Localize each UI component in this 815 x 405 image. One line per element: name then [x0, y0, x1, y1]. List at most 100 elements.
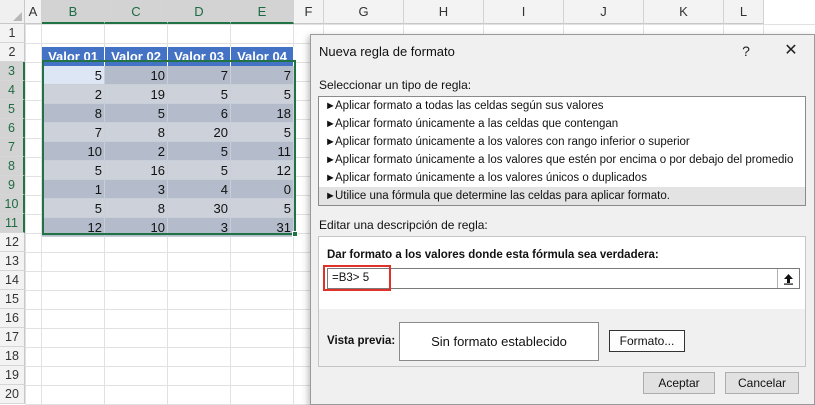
bullet-arrow-icon: ► [325, 100, 336, 112]
cancel-button[interactable]: Cancelar [725, 372, 799, 394]
row-header-2[interactable]: 2 [0, 43, 25, 62]
rule-type-item[interactable]: ►Aplicar formato únicamente a los valore… [319, 151, 805, 169]
column-header-k[interactable]: K [644, 0, 724, 24]
table-cell[interactable]: 10 [42, 142, 105, 161]
table-cell[interactable]: 11 [231, 142, 294, 161]
arrow-up-collapse-icon [784, 273, 793, 285]
table-cell[interactable]: 5 [168, 161, 231, 180]
formula-label: Dar formato a los valores donde esta fór… [327, 249, 659, 261]
row-header-17[interactable]: 17 [0, 328, 25, 347]
row-header-8[interactable]: 8 [0, 157, 25, 176]
row-header-9[interactable]: 9 [0, 176, 25, 195]
column-header-g[interactable]: G [324, 0, 404, 24]
row-header-6[interactable]: 6 [0, 119, 25, 138]
row-header-15[interactable]: 15 [0, 290, 25, 309]
table-cell[interactable]: 5 [42, 199, 105, 218]
table-cell[interactable]: 6 [168, 104, 231, 123]
column-header-h[interactable]: H [404, 0, 484, 24]
table-cell[interactable]: 0 [231, 180, 294, 199]
row-header-20[interactable]: 20 [0, 385, 25, 404]
row-header-18[interactable]: 18 [0, 347, 25, 366]
table-header-cell[interactable]: Valor 02 [105, 47, 168, 66]
fill-handle[interactable] [292, 231, 298, 237]
column-header-d[interactable]: D [168, 0, 231, 24]
ok-button[interactable]: Aceptar [643, 372, 715, 394]
table-cell[interactable]: 8 [105, 123, 168, 142]
formula-area: Dar formato a los valores donde esta fór… [319, 237, 805, 309]
column-header-b[interactable]: B [42, 0, 105, 24]
column-header-l[interactable]: L [724, 0, 764, 24]
table-cell[interactable]: 20 [168, 123, 231, 142]
table-cell[interactable]: 12 [42, 218, 105, 237]
rule-type-item[interactable]: ►Aplicar formato a todas las celdas segú… [319, 97, 805, 115]
column-header-a[interactable]: A [25, 0, 42, 24]
table-cell[interactable]: 10 [105, 66, 168, 85]
help-button[interactable]: ? [736, 41, 756, 61]
table-cell[interactable]: 10 [105, 218, 168, 237]
rule-type-item[interactable]: ►Utilice una fórmula que determine las c… [319, 187, 805, 205]
row-header-10[interactable]: 10 [0, 195, 25, 214]
column-header-e[interactable]: E [231, 0, 294, 24]
table-cell[interactable]: 2 [105, 142, 168, 161]
dialog-title: Nueva regla de formato [319, 44, 455, 59]
row-header-14[interactable]: 14 [0, 271, 25, 290]
table-cell[interactable]: 1 [42, 180, 105, 199]
table-cell[interactable]: 2 [42, 85, 105, 104]
close-icon[interactable]: ✕ [781, 41, 801, 61]
rule-type-item[interactable]: ►Aplicar formato únicamente a las celdas… [319, 115, 805, 133]
row-header-13[interactable]: 13 [0, 252, 25, 271]
table-cell[interactable]: 8 [105, 199, 168, 218]
formula-input[interactable]: =B3> 5 [327, 268, 800, 289]
table-cell[interactable]: 5 [105, 104, 168, 123]
table-cell[interactable]: 5 [231, 199, 294, 218]
table-cell[interactable]: 19 [105, 85, 168, 104]
edit-description-label: Editar una descripción de regla: [319, 218, 488, 232]
table-cell[interactable]: 5 [42, 161, 105, 180]
row-header-16[interactable]: 16 [0, 309, 25, 328]
row-header-19[interactable]: 19 [0, 366, 25, 385]
table-cell[interactable]: 30 [168, 199, 231, 218]
column-header-c[interactable]: C [105, 0, 168, 24]
rule-type-list[interactable]: ►Aplicar formato a todas las celdas segú… [318, 96, 806, 206]
column-header-f[interactable]: F [294, 0, 324, 24]
table-cell[interactable]: 3 [105, 180, 168, 199]
row-header-1[interactable]: 1 [0, 24, 25, 43]
rule-type-label: Aplicar formato únicamente a las celdas … [335, 118, 619, 130]
column-header-i[interactable]: I [484, 0, 564, 24]
collapse-dialog-button[interactable] [777, 269, 799, 288]
table-cell[interactable]: 5 [42, 66, 105, 85]
table-cell[interactable]: 7 [42, 123, 105, 142]
format-button[interactable]: Formato... [609, 330, 685, 352]
table-cell[interactable]: 16 [105, 161, 168, 180]
table-cell[interactable]: 8 [42, 104, 105, 123]
rule-type-label: Aplicar formato únicamente a los valores… [335, 136, 690, 148]
bullet-arrow-icon: ► [325, 136, 336, 148]
table-cell[interactable]: 5 [231, 85, 294, 104]
table-cell[interactable]: 5 [231, 123, 294, 142]
row-header-11[interactable]: 11 [0, 214, 25, 233]
select-all-corner[interactable] [0, 0, 25, 24]
table-cell[interactable]: 3 [168, 218, 231, 237]
table-header-cell[interactable]: Valor 03 [168, 47, 231, 66]
rule-type-label: Aplicar formato a todas las celdas según… [335, 100, 604, 112]
row-header-4[interactable]: 4 [0, 81, 25, 100]
table-cell[interactable]: 5 [168, 142, 231, 161]
row-header-7[interactable]: 7 [0, 138, 25, 157]
row-header-3[interactable]: 3 [0, 62, 25, 81]
formula-text: =B3> 5 [332, 272, 370, 284]
rule-type-item[interactable]: ►Aplicar formato únicamente a los valore… [319, 133, 805, 151]
table-cell[interactable]: 18 [231, 104, 294, 123]
row-header-12[interactable]: 12 [0, 233, 25, 252]
column-header-j[interactable]: J [564, 0, 644, 24]
table-cell[interactable]: 4 [168, 180, 231, 199]
row-header-5[interactable]: 5 [0, 100, 25, 119]
table-cell[interactable]: 7 [231, 66, 294, 85]
table-cell[interactable]: 31 [231, 218, 294, 237]
rule-type-item[interactable]: ►Aplicar formato únicamente a los valore… [319, 169, 805, 187]
table-header-cell[interactable]: Valor 04 [231, 47, 294, 66]
table-cell[interactable]: 12 [231, 161, 294, 180]
bullet-arrow-icon: ► [325, 154, 336, 166]
table-cell[interactable]: 5 [168, 85, 231, 104]
table-cell[interactable]: 7 [168, 66, 231, 85]
table-header-cell[interactable]: Valor 01 [42, 47, 105, 66]
